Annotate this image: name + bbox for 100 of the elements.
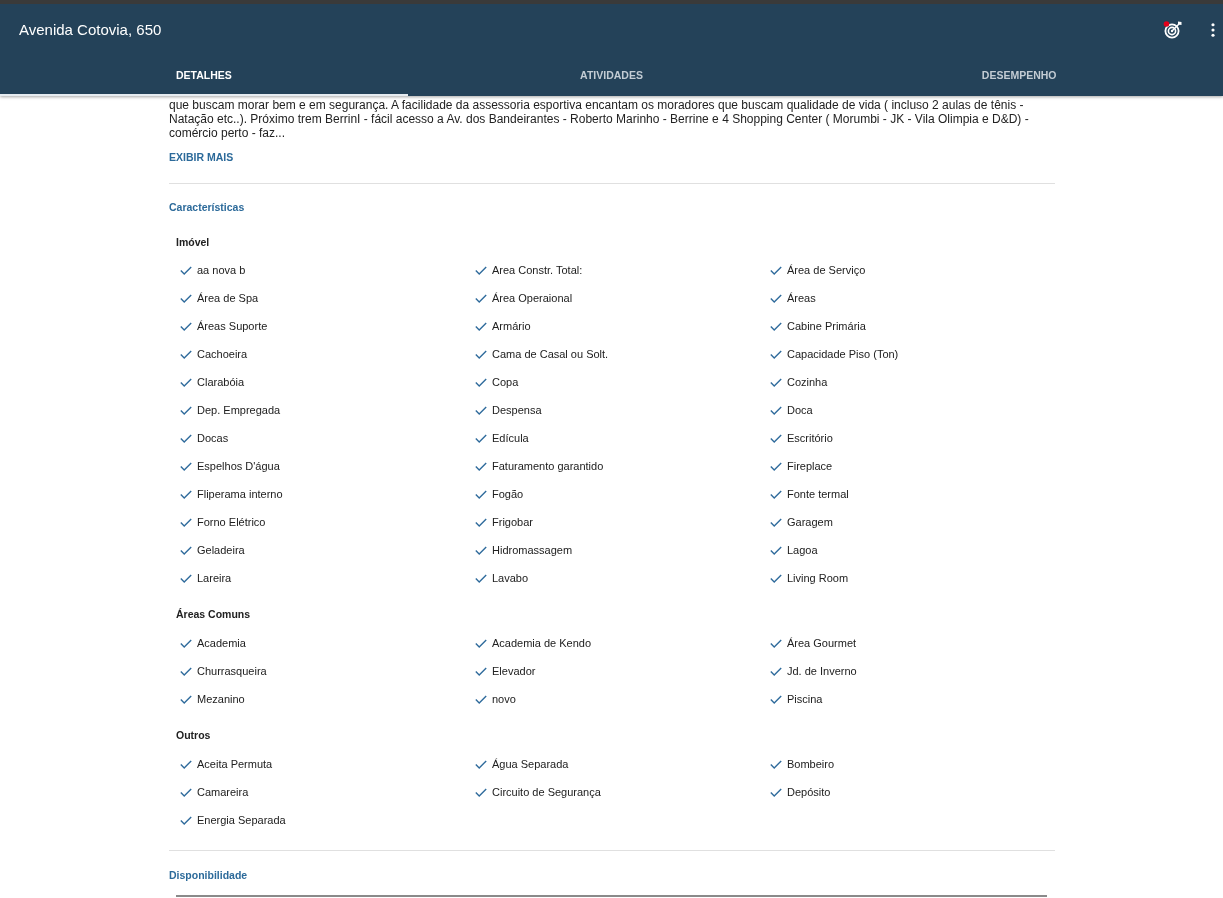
check-icon: [770, 545, 782, 555]
check-icon: [180, 759, 192, 769]
feature-label: Lavabo: [492, 571, 529, 585]
check-icon: [770, 377, 782, 387]
check-icon: [475, 293, 487, 303]
feature-label: Area Constr. Total:: [492, 263, 583, 277]
feature-label: Circuito de Segurança: [492, 785, 601, 799]
feature-label: Mezanino: [197, 692, 245, 706]
check-icon: [475, 787, 487, 797]
feature-label: Área de Serviço: [787, 263, 866, 277]
feature-label: Aceita Permuta: [197, 757, 273, 771]
group-title: Áreas Comuns: [176, 607, 251, 621]
tab[interactable]: ATIVIDADES: [407, 56, 816, 96]
feature-label: Garagem: [787, 515, 833, 529]
feature-label: Despensa: [492, 403, 542, 417]
check-icon: [475, 694, 487, 704]
feature-label: Cozinha: [787, 375, 828, 389]
check-icon: [475, 489, 487, 499]
feature-label: Lagoa: [787, 543, 818, 557]
check-icon: [180, 694, 192, 704]
check-icon: [475, 433, 487, 443]
feature-label: Fireplace: [787, 459, 833, 473]
check-icon: [770, 265, 782, 275]
feature-label: novo: [492, 692, 516, 706]
feature-label: Fogão: [492, 487, 524, 501]
feature-label: Área Gourmet: [787, 636, 857, 650]
check-icon: [770, 489, 782, 499]
page-title: Avenida Cotovia, 650: [19, 21, 162, 39]
check-icon: [770, 759, 782, 769]
check-icon: [475, 405, 487, 415]
check-icon: [180, 787, 192, 797]
check-icon: [180, 377, 192, 387]
feature-label: Área Operaional: [492, 291, 573, 305]
feature-label: Energia Separada: [197, 813, 286, 827]
feature-label: Bombeiro: [787, 757, 835, 771]
feature-label: Camareira: [197, 785, 249, 799]
feature-label: aa nova b: [197, 263, 246, 277]
feature-label: Fonte termal: [787, 487, 849, 501]
check-icon: [180, 461, 192, 471]
feature-label: Cabine Primária: [787, 319, 866, 333]
check-icon: [180, 545, 192, 555]
check-icon: [475, 666, 487, 676]
more-menu-icon[interactable]: [1211, 23, 1215, 37]
description-text: que buscam morar bem e em segurança. A facilidade da assessoria esportiva encantam os moradores que buscam qualidade de vida ( incluso 2 aulas de tênis - Natação etc..). Próximo trem BerrinI - fácil acesso a Av. dos Bandeirantes - Roberto Marinho - Berrine e 4 Shopping Center ( Morumbi - JK - Vila Olimpia e D&D) - comércio perto - faz...: [169, 98, 1030, 140]
tab[interactable]: DETALHES: [0, 56, 408, 96]
feature-label: Copa: [492, 375, 519, 389]
check-icon: [180, 349, 192, 359]
feature-label: Cama de Casal ou Solt.: [492, 347, 609, 361]
check-icon: [475, 349, 487, 359]
feature-label: Edícula: [492, 431, 529, 445]
check-icon: [180, 638, 192, 648]
feature-label: Elevador: [492, 664, 536, 678]
feature-label: Forno Elétrico: [197, 515, 266, 529]
check-icon: [475, 377, 487, 387]
check-icon: [180, 405, 192, 415]
feature-label: Cachoeira: [197, 347, 248, 361]
check-icon: [770, 787, 782, 797]
check-icon: [475, 638, 487, 648]
feature-label: Doca: [787, 403, 813, 417]
feature-label: Docas: [197, 431, 229, 445]
check-icon: [475, 545, 487, 555]
check-icon: [770, 349, 782, 359]
feature-label: Clarabóia: [197, 375, 245, 389]
group-title: Imóvel: [176, 235, 210, 249]
feature-label: Living Room: [787, 571, 849, 585]
check-icon: [475, 759, 487, 769]
section-title: Características: [169, 200, 245, 214]
feature-label: Capacidade Piso (Ton): [787, 347, 899, 361]
check-icon: [770, 638, 782, 648]
feature-label: Água Separada: [492, 757, 569, 771]
check-icon: [475, 517, 487, 527]
group-title: Outros: [176, 728, 211, 742]
check-icon: [180, 517, 192, 527]
check-icon: [475, 265, 487, 275]
check-icon: [770, 321, 782, 331]
feature-label: Academia de Kendo: [492, 636, 592, 650]
show-more-link[interactable]: EXIBIR MAIS: [169, 150, 234, 164]
tab[interactable]: DESEMPENHO: [815, 56, 1223, 96]
check-icon: [180, 815, 192, 825]
feature-label: Armário: [492, 319, 531, 333]
check-icon: [180, 293, 192, 303]
feature-label: Jd. de Inverno: [787, 664, 857, 678]
feature-label: Fliperama interno: [197, 487, 283, 501]
check-icon: [475, 573, 487, 583]
feature-label: Dep. Empregada: [197, 403, 281, 417]
feature-label: Lareira: [197, 571, 232, 585]
check-icon: [770, 666, 782, 676]
check-icon: [180, 489, 192, 499]
feature-label: Geladeira: [197, 543, 245, 557]
feature-label: Academia: [197, 636, 246, 650]
feature-label: Espelhos D'água: [197, 459, 280, 473]
feature-label: Área de Spa: [197, 291, 259, 305]
check-icon: [180, 433, 192, 443]
target-icon[interactable]: [1163, 20, 1183, 40]
check-icon: [180, 573, 192, 583]
feature-label: Depósito: [787, 785, 831, 799]
feature-label: Frigobar: [492, 515, 533, 529]
check-icon: [770, 694, 782, 704]
check-icon: [770, 405, 782, 415]
check-icon: [770, 293, 782, 303]
